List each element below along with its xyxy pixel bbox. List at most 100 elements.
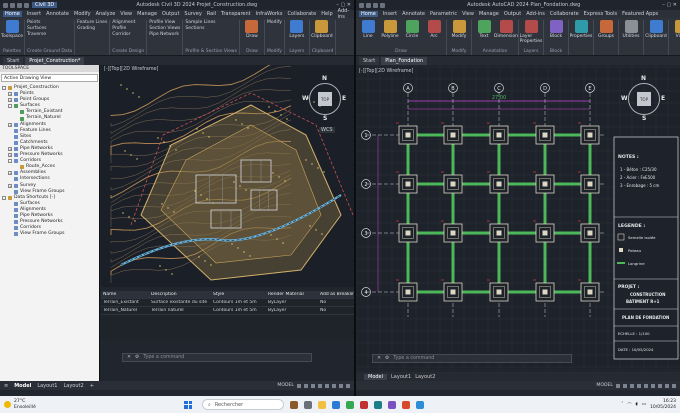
viewcube-top[interactable]: TOP [637,92,651,106]
copilot-icon[interactable] [290,400,298,409]
command-input[interactable]: Type a command [393,356,434,361]
ribbon-button-profile[interactable]: Profile [112,26,135,31]
collapse-icon[interactable]: - [8,104,12,109]
windows-start-icon[interactable] [184,400,192,409]
ribbon-tab-insert[interactable]: Insert [383,11,397,17]
compass-e[interactable]: E [342,95,346,102]
expand-icon[interactable]: + [8,98,12,103]
ribbon-tab-manage[interactable]: Manage [137,11,157,17]
edge-icon[interactable] [332,400,340,409]
ribbon-tab-infraworks[interactable]: InfraWorks [256,11,283,17]
table-row[interactable]: Terrain_Existant Surface existante du sit… [101,299,354,307]
clock[interactable]: 16:23 10/05/2024 [650,399,676,409]
command-line[interactable]: ✕ ⚙ Type a command [372,354,572,363]
ribbon-tab-annotate[interactable]: Annotate [46,11,69,17]
doc-tab-plan-fondation[interactable]: Plan_Fondation [381,57,428,65]
office-icon[interactable] [402,400,410,409]
ribbon-button-pipe-network[interactable]: Pipe Network [149,32,180,37]
compass-w[interactable]: W [302,95,309,102]
expand-icon[interactable]: + [8,146,12,151]
ribbon-button-surfaces[interactable]: Surfaces [27,26,47,31]
chevron-up-icon[interactable]: ˄ [621,402,623,407]
ribbon-button-modify[interactable]: Modify [449,20,469,39]
ribbon-tab-home[interactable]: Home [359,11,378,17]
lineweight-icon[interactable] [651,383,655,388]
column-header[interactable]: Add as Breakline [318,292,354,297]
ribbon-tab-collaborate[interactable]: Collaborate [550,11,579,17]
ribbon-button-block[interactable]: Block [546,20,566,39]
ortho-icon[interactable] [311,383,315,388]
taskbar-search[interactable]: ⌕ Rechercher [202,399,284,410]
osnap-icon[interactable] [325,383,329,388]
model-space-toggle[interactable]: MODEL [596,383,613,388]
collapse-icon[interactable]: - [8,159,12,164]
expand-icon[interactable]: + [8,171,12,176]
ribbon-button-traverse[interactable]: Traverse [27,32,47,37]
quick-access-toolbar[interactable] [3,2,29,8]
customize-icon[interactable] [346,383,350,388]
drawing-view-select[interactable]: Active Drawing View [1,74,98,82]
ribbon-button-feature-lines[interactable]: Feature Lines [77,20,107,25]
annotation-scale-icon[interactable] [332,383,336,388]
compass-e[interactable]: E [661,95,665,102]
wifi-icon[interactable]: ◠ [627,402,631,407]
compass-n[interactable]: N [322,75,327,82]
column-header[interactable]: Name [101,292,149,297]
command-line[interactable]: ✕ ⚙ Type a command [122,353,312,362]
customize-icon[interactable] [672,383,676,388]
ribbon-button-sections[interactable]: Sections [185,26,215,31]
ribbon-button-properties[interactable]: Properties [570,20,592,39]
ribbon-tab-collaborate[interactable]: Collaborate [287,11,316,17]
workspace-icon[interactable] [339,383,343,388]
mail-icon[interactable] [416,400,424,409]
tab-model[interactable]: Model [14,383,31,389]
ribbon-button-line[interactable]: Line [358,20,378,39]
ribbon-tab-express-tools[interactable]: Express Tools [584,11,617,17]
table-row[interactable]: Terrain_Naturel Terrain naturel Contours 1… [101,307,354,315]
ribbon-tab-survey[interactable]: Survey [184,11,201,17]
ribbon-button-clipboard[interactable]: Clipboard [311,20,333,39]
civil3d-viewport[interactable]: [-][Top][2D Wireframe] TOP N S E W WCS [101,65,354,287]
ribbon-button-toolspace[interactable]: Toolspace [1,20,23,39]
ribbon-tab-analyze[interactable]: Analyze [96,11,116,17]
command-input[interactable]: Type a command [143,355,184,360]
task-view-icon[interactable] [304,400,312,409]
ribbon-button-profile-view[interactable]: Profile View [149,20,180,25]
ribbon-button-alignment[interactable]: Alignment [112,20,135,25]
expand-icon[interactable]: + [8,183,12,188]
ribbon-button-layers[interactable]: Layers [287,20,307,39]
hamburger-icon[interactable]: ≡ [4,383,8,389]
viewport-controls[interactable]: [-][Top][2D Wireframe] [104,67,158,72]
annotation-scale-icon[interactable] [658,383,662,388]
close-icon[interactable]: ✕ [127,355,131,360]
volume-icon[interactable]: ◖ [635,402,637,407]
column-header[interactable]: Style [211,292,266,297]
ribbon-tab-manage[interactable]: Manage [479,11,499,17]
ribbon-button-modify[interactable]: Modify [267,20,282,25]
ribbon-button-points[interactable]: Points [27,20,47,25]
tab-layout2[interactable]: Layout2 [64,383,84,389]
battery-icon[interactable]: ▭ [642,402,646,407]
ribbon-button-corridor[interactable]: Corridor [112,32,135,37]
ribbon-button-utilities[interactable]: Utilities [621,20,641,39]
add-layout-icon[interactable]: + [90,383,94,389]
collapse-icon[interactable]: - [2,86,6,91]
model-space-toggle[interactable]: MODEL [277,383,294,388]
polar-icon[interactable] [637,383,641,388]
ribbon-button-circle[interactable]: Circle [402,20,422,39]
file-explorer-icon[interactable] [318,400,326,409]
viewcube[interactable]: TOP N S E W [302,75,346,123]
doc-tab-projet-construction[interactable]: Projet_Construction* [25,57,85,65]
polar-icon[interactable] [318,383,322,388]
autocad-viewport[interactable]: 27.00 A B C D E 1 2 3 4 NOTES :1 - Béton : C25/30 2… [356,67,680,369]
civil3d-icon[interactable] [374,400,382,409]
ribbon-tab-output[interactable]: Output [162,11,179,17]
workspace-icon[interactable] [665,383,669,388]
viewcube[interactable]: TOP N S E W [621,75,665,123]
chrome-icon[interactable] [346,400,354,409]
grid-icon[interactable] [616,383,620,388]
ribbon-tab-add-ins[interactable]: Add-ins [338,8,349,20]
ribbon-tab-modify[interactable]: Modify [74,11,91,17]
ribbon-tab-insert[interactable]: Insert [27,11,41,17]
ribbon-tab-view[interactable]: View [120,11,132,17]
